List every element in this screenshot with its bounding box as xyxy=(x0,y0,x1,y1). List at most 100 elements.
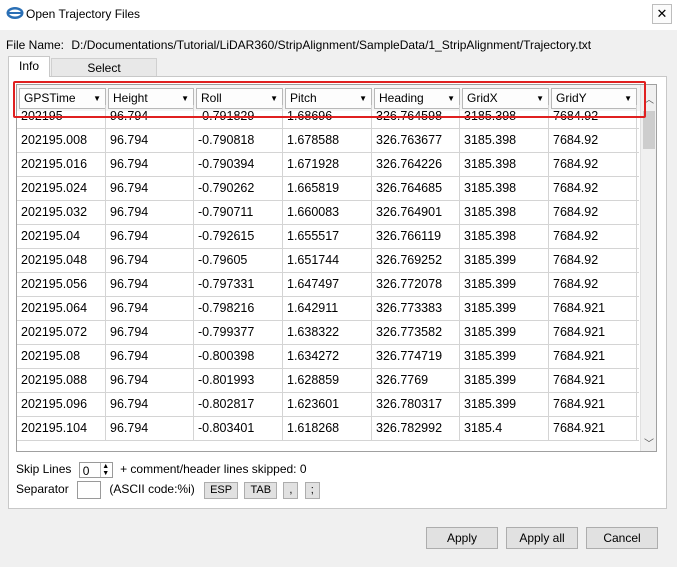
table-cell: -0.797331 xyxy=(194,273,283,296)
table-cell: 3185.398 xyxy=(460,177,549,200)
table-row[interactable]: 202195.08 96.794 -0.800398 1.634272 326.7747… xyxy=(17,345,639,369)
table-cell: -0.792615 xyxy=(194,225,283,248)
trajectory-table: GPSTime ▼ Height ▼ Roll ▼ Pitch ▼ Heading ▼ GridX ▼… xyxy=(16,84,657,452)
table-cell: 1.647497 xyxy=(283,273,372,296)
table-cell: 1.665819 xyxy=(283,177,372,200)
table-cell: 3185.399 xyxy=(460,249,549,272)
table-cell: -0.790262 xyxy=(194,177,283,200)
table-cell: 96.794 xyxy=(106,417,194,440)
scroll-down-icon[interactable]: ﹀ xyxy=(644,435,654,450)
close-button[interactable]: ✕ xyxy=(652,4,672,24)
table-cell: -0.799377 xyxy=(194,321,283,344)
spin-arrows-icon[interactable]: ▲ ▼ xyxy=(99,463,111,477)
table-cell: 3185.398 xyxy=(460,153,549,176)
cancel-button[interactable]: Cancel xyxy=(586,527,658,549)
table-row[interactable]: 202195.04 96.794 -0.792615 1.655517 326.7661… xyxy=(17,225,639,249)
table-cell: 202195.088 xyxy=(17,369,106,392)
table-cell: 7684.921 xyxy=(549,345,637,368)
table-cell: -0.79605 xyxy=(194,249,283,272)
table-cell: 1.655517 xyxy=(283,225,372,248)
table-cell: 3185.399 xyxy=(460,321,549,344)
table-row[interactable]: 202195.072 96.794 -0.799377 1.638322 326.773… xyxy=(17,321,639,345)
table-row[interactable]: 202195.088 96.794 -0.801993 1.628859 326.776… xyxy=(17,369,639,393)
table-row[interactable]: 202195.096 96.794 -0.802817 1.623601 326.780… xyxy=(17,393,639,417)
table-cell: 202195.032 xyxy=(17,201,106,224)
table-cell: 326.764685 xyxy=(372,177,460,200)
separator-semicolon-button[interactable]: ; xyxy=(304,481,320,499)
table-cell: 326.773582 xyxy=(372,321,460,344)
table-row[interactable]: 202195.016 96.794 -0.790394 1.671928 326.764… xyxy=(17,153,639,177)
table-cell: 7684.921 xyxy=(549,321,637,344)
skip-lines-spinbox[interactable]: 0 ▲ ▼ xyxy=(78,462,113,478)
table-cell: 326.766119 xyxy=(372,225,460,248)
table-cell: 96.794 xyxy=(106,249,194,272)
title-bar: Open Trajectory Files ✕ xyxy=(0,0,677,30)
table-row[interactable]: 202195.056 96.794 -0.797331 1.647497 326.772… xyxy=(17,273,639,297)
separator-label: Separator xyxy=(16,482,69,497)
table-cell: 1.618268 xyxy=(283,417,372,440)
table-cell: 1.642911 xyxy=(283,297,372,320)
table-cell: 3185.399 xyxy=(460,345,549,368)
table-cell: 326.782992 xyxy=(372,417,460,440)
table-row[interactable]: 202195.064 96.794 -0.798216 1.642911 326.773… xyxy=(17,297,639,321)
table-cell: 1.634272 xyxy=(283,345,372,368)
table-cell: 96.794 xyxy=(106,201,194,224)
file-name-label: File Name: xyxy=(6,38,65,52)
table-cell: -0.802817 xyxy=(194,393,283,416)
table-cell: -0.803401 xyxy=(194,417,283,440)
table-cell: 326.769252 xyxy=(372,249,460,272)
apply-all-button[interactable]: Apply all xyxy=(506,527,578,549)
table-cell: -0.790394 xyxy=(194,153,283,176)
table-cell: 96.794 xyxy=(106,393,194,416)
table-cell: 3185.398 xyxy=(460,129,549,152)
table-cell: 326.772078 xyxy=(372,273,460,296)
table-cell: 202195.104 xyxy=(17,417,106,440)
file-name-row: File Name: D:/Documentations/Tutorial/Li… xyxy=(6,38,591,52)
table-row[interactable]: 202195.032 96.794 -0.790711 1.660083 326.764… xyxy=(17,201,639,225)
lidar360-logo-icon xyxy=(6,7,24,19)
table-cell: 326.764226 xyxy=(372,153,460,176)
table-cell: -0.798216 xyxy=(194,297,283,320)
table-row[interactable]: 202195.024 96.794 -0.790262 1.665819 326.764… xyxy=(17,177,639,201)
separator-esp-button[interactable]: ESP xyxy=(204,481,239,499)
table-cell: 326.763677 xyxy=(372,129,460,152)
table-cell: 96.794 xyxy=(106,273,194,296)
table-cell: 1.678588 xyxy=(283,129,372,152)
skip-lines-suffix: + comment/header lines skipped: 0 xyxy=(120,462,307,477)
table-cell: 326.780317 xyxy=(372,393,460,416)
skip-lines-label: Skip Lines xyxy=(16,462,72,477)
table-row[interactable]: 202195.104 96.794 -0.803401 1.618268 326.782… xyxy=(17,417,639,441)
table-cell: 96.794 xyxy=(106,153,194,176)
table-row[interactable]: 202195.048 96.794 -0.79605 1.651744 326.7692… xyxy=(17,249,639,273)
separator-comma-button[interactable]: , xyxy=(283,481,299,499)
table-cell: 202195.024 xyxy=(17,177,106,200)
table-cell: 326.774719 xyxy=(372,345,460,368)
table-cell: 96.794 xyxy=(106,177,194,200)
separator-input[interactable] xyxy=(77,481,102,499)
table-cell: -0.790818 xyxy=(194,129,283,152)
table-cell: 202195.072 xyxy=(17,321,106,344)
table-cell: 96.794 xyxy=(106,369,194,392)
tab-info[interactable]: Info xyxy=(8,56,50,77)
table-cell: 1.651744 xyxy=(283,249,372,272)
table-cell: 202195.064 xyxy=(17,297,106,320)
table-cell: 202195.056 xyxy=(17,273,106,296)
table-cell: 1.638322 xyxy=(283,321,372,344)
table-cell: 1.623601 xyxy=(283,393,372,416)
apply-button[interactable]: Apply xyxy=(426,527,498,549)
tab-select-coordinate[interactable]: Select Coordinate xyxy=(51,58,157,94)
table-cell: 7684.92 xyxy=(549,273,637,296)
table-cell: 3185.4 xyxy=(460,417,549,440)
separator-tab-button[interactable]: TAB xyxy=(244,481,278,499)
table-cell: 3185.399 xyxy=(460,393,549,416)
vertical-scrollbar[interactable]: ︿ ﹀ xyxy=(640,85,656,451)
table-cell: 7684.92 xyxy=(549,129,637,152)
window-title: Open Trajectory Files xyxy=(26,7,141,21)
table-cell: 3185.399 xyxy=(460,369,549,392)
table-row[interactable]: 202195.008 96.794 -0.790818 1.678588 326.763… xyxy=(17,129,639,153)
table-cell: 326.764901 xyxy=(372,201,460,224)
separator-row: Separator (ASCII code:%i) ESP TAB , ; xyxy=(16,481,320,501)
table-cell: 7684.921 xyxy=(549,393,637,416)
table-cell: -0.790711 xyxy=(194,201,283,224)
skip-lines-row: Skip Lines 0 ▲ ▼ + comment/header lines s… xyxy=(16,462,307,478)
